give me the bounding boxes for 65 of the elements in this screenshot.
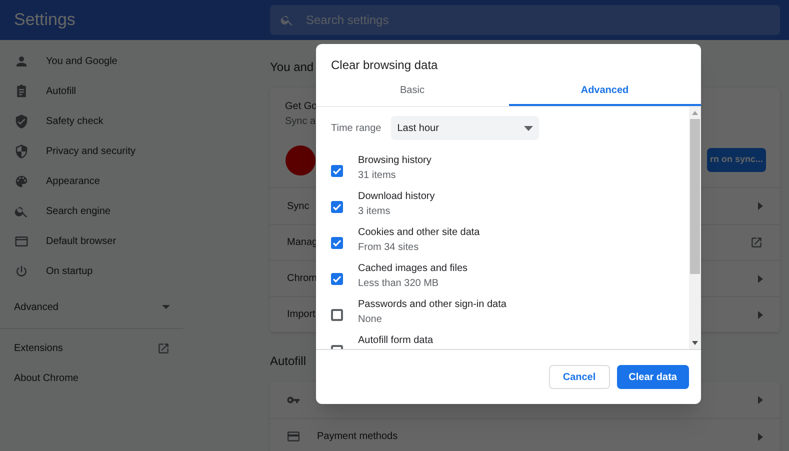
option-detail: Less than 320 MB xyxy=(358,278,440,290)
card-subtitle: Sync a xyxy=(285,115,316,129)
checkbox[interactable] xyxy=(331,237,343,249)
power-icon xyxy=(14,264,29,278)
app-title: Settings xyxy=(14,10,76,29)
sidebar-item[interactable]: Appearance xyxy=(0,166,270,196)
sidebar-item[interactable]: You and Google xyxy=(0,46,270,76)
row-label[interactable]: Import xyxy=(287,307,316,322)
option-label: Cookies and other site data xyxy=(358,227,480,239)
row-label[interactable]: Chrom xyxy=(287,271,318,286)
option-label: Autofill form data xyxy=(358,335,434,347)
tab[interactable]: Advanced xyxy=(508,77,701,106)
credit-card-icon xyxy=(287,431,300,442)
scrollbar[interactable] xyxy=(689,107,701,349)
external-link-icon xyxy=(750,236,763,249)
sidebar-item[interactable]: Default browser xyxy=(0,226,270,256)
sidebar-link[interactable]: About Chrome xyxy=(14,370,78,386)
time-range-dropdown[interactable]: Last hour xyxy=(391,116,540,140)
browser-window-icon xyxy=(14,234,29,248)
key-icon xyxy=(287,396,300,404)
shield-check-icon xyxy=(14,114,29,128)
scroll-up-icon[interactable] xyxy=(692,111,698,115)
option-detail: 31 items xyxy=(358,170,397,182)
sidebar-item[interactable]: Autofill xyxy=(0,76,270,106)
external-link-icon xyxy=(157,342,170,354)
shield-icon xyxy=(14,144,29,158)
sidebar-item[interactable]: On startup xyxy=(0,256,270,286)
arrow-right-icon xyxy=(758,310,763,318)
field-label: Time range xyxy=(331,122,382,136)
option-label: Download history xyxy=(358,191,435,203)
scroll-down-icon[interactable] xyxy=(692,341,698,345)
advanced-toggle[interactable]: Advanced xyxy=(14,300,58,314)
option-detail: From 34 sites xyxy=(358,242,420,254)
row-label[interactable]: Sync xyxy=(287,198,310,214)
arrow-right-icon xyxy=(758,396,763,404)
option-detail: None xyxy=(358,314,383,326)
section-heading: You and xyxy=(270,59,314,76)
clear-data-button[interactable]: Clear data xyxy=(616,365,689,389)
arrow-right-icon xyxy=(758,274,763,282)
sidebar-item[interactable]: Privacy and security xyxy=(0,136,270,166)
arrow-right-icon xyxy=(758,202,763,210)
sync-button[interactable]: rn on sync... xyxy=(706,148,766,172)
checkbox[interactable] xyxy=(331,201,343,213)
option-label: Browsing history xyxy=(358,155,432,167)
row-label[interactable]: Payment methods xyxy=(317,429,398,444)
person-icon xyxy=(14,54,29,68)
clipboard-icon xyxy=(14,84,29,98)
checkbox[interactable] xyxy=(331,273,343,285)
option-label: Passwords and other sign-in data xyxy=(358,299,506,311)
sidebar-link[interactable]: Extensions xyxy=(14,340,63,356)
palette-icon xyxy=(14,174,29,188)
option-label: Cached images and files xyxy=(358,263,468,275)
sidebar-item[interactable]: Safety check xyxy=(0,106,270,136)
dialog-title: Clear browsing data xyxy=(331,57,438,74)
arrow-right-icon xyxy=(758,432,763,440)
cancel-button[interactable]: Cancel xyxy=(548,365,610,389)
caret-icon xyxy=(524,126,534,130)
tab[interactable]: Basic xyxy=(316,77,508,106)
checkbox[interactable] xyxy=(331,165,343,177)
checkbox[interactable] xyxy=(331,309,343,321)
search-icon xyxy=(280,13,294,27)
avatar-icon xyxy=(285,145,316,176)
option-detail: 3 items xyxy=(358,206,392,218)
section-heading: Autofill xyxy=(270,353,306,370)
sidebar-item[interactable]: Search engine xyxy=(0,196,270,226)
